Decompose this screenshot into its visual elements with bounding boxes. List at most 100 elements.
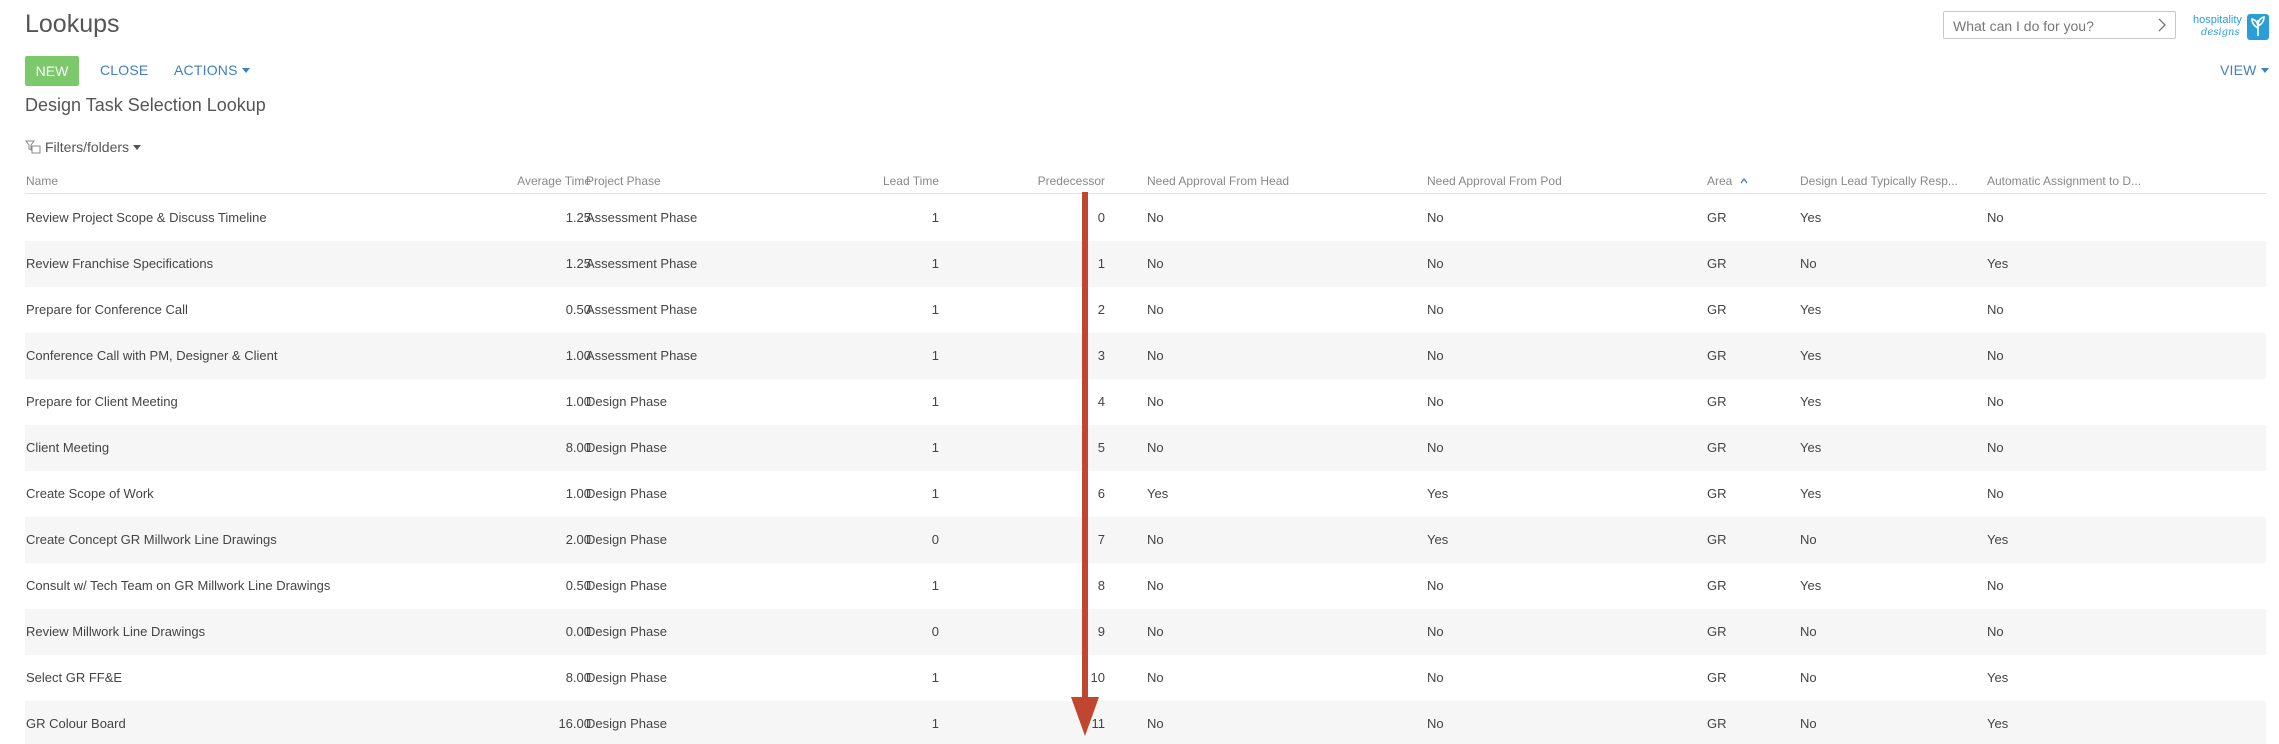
close-button[interactable]: CLOSE — [100, 62, 148, 78]
cell-automatic-assignment: Yes — [1987, 716, 2009, 731]
column-header-average-time[interactable]: Average Time — [485, 174, 591, 188]
cell-name[interactable]: Prepare for Conference Call — [26, 302, 188, 317]
cell-area: GR — [1707, 302, 1727, 317]
table-row[interactable]: Prepare for Client Meeting 1.00 Design Pha… — [25, 379, 2266, 425]
cell-predecessor: 10 — [1090, 670, 1105, 685]
logo-text-line1: hospitality — [2193, 14, 2242, 26]
cell-design-lead-resp: No — [1800, 716, 1817, 731]
cell-need-approval-head: No — [1147, 302, 1164, 317]
column-header-automatic-assignment[interactable]: Automatic Assignment to D... — [1987, 174, 2141, 188]
cell-predecessor: 5 — [1097, 440, 1105, 455]
cell-name[interactable]: GR Colour Board — [26, 716, 126, 731]
table-row[interactable]: Review Project Scope & Discuss Timeline 1… — [25, 195, 2266, 241]
cell-need-approval-pod: No — [1427, 394, 1444, 409]
cell-name[interactable]: Review Project Scope & Discuss Timeline — [26, 210, 267, 225]
cell-area: GR — [1707, 440, 1727, 455]
cell-need-approval-head: No — [1147, 670, 1164, 685]
cell-name[interactable]: Review Franchise Specifications — [26, 256, 213, 271]
table-row[interactable]: Create Concept GR Millwork Line Drawings… — [25, 517, 2266, 563]
cell-area: GR — [1707, 348, 1727, 363]
view-dropdown[interactable]: VIEW — [2220, 62, 2269, 78]
column-header-design-lead-resp[interactable]: Design Lead Typically Resp... — [1800, 174, 1958, 188]
sort-ascending-icon — [1740, 178, 1748, 184]
cell-name[interactable]: Prepare for Client Meeting — [26, 394, 178, 409]
column-header-need-approval-pod[interactable]: Need Approval From Pod — [1427, 174, 1562, 188]
column-header-predecessor[interactable]: Predecessor — [1005, 174, 1105, 188]
cell-design-lead-resp: Yes — [1800, 578, 1822, 593]
cell-design-lead-resp: No — [1800, 624, 1817, 639]
column-header-lead-time[interactable]: Lead Time — [825, 174, 939, 188]
cell-need-approval-pod: No — [1427, 302, 1444, 317]
cell-predecessor: 7 — [1097, 532, 1105, 547]
table-row[interactable]: Prepare for Conference Call 0.50 Assessmen… — [25, 287, 2266, 333]
table-row[interactable]: Review Millwork Line Drawings 0.00 Design … — [25, 609, 2266, 655]
column-header-need-approval-head[interactable]: Need Approval From Head — [1147, 174, 1289, 188]
page-title: Lookups — [25, 10, 120, 38]
cell-name[interactable]: Client Meeting — [26, 440, 109, 455]
cell-need-approval-pod: No — [1427, 716, 1444, 731]
cell-automatic-assignment: Yes — [1987, 256, 2009, 271]
column-header-project-phase[interactable]: Project Phase — [586, 174, 661, 188]
cell-need-approval-head: No — [1147, 256, 1164, 271]
column-header-area[interactable]: Area — [1707, 174, 1748, 188]
cell-need-approval-pod: No — [1427, 624, 1444, 639]
cell-lead-time: 1 — [931, 210, 939, 225]
cell-predecessor: 9 — [1097, 624, 1105, 639]
cell-project-phase: Design Phase — [586, 624, 667, 639]
cell-project-phase: Design Phase — [586, 670, 667, 685]
filters-folders-toggle[interactable]: Filters/folders — [25, 139, 142, 155]
caret-down-icon — [133, 145, 142, 150]
caret-down-icon — [2260, 68, 2269, 73]
cell-name[interactable]: Conference Call with PM, Designer & Clie… — [26, 348, 277, 363]
cell-name[interactable]: Review Millwork Line Drawings — [26, 624, 205, 639]
cell-need-approval-pod: No — [1427, 670, 1444, 685]
table-row[interactable]: Consult w/ Tech Team on GR Millwork Line… — [25, 563, 2266, 609]
column-header-name[interactable]: Name — [26, 174, 58, 188]
table-row[interactable]: Client Meeting 8.00 Design Phase 1 5 No No GR Ye… — [25, 425, 2266, 471]
cell-name[interactable]: Create Concept GR Millwork Line Drawings — [26, 532, 277, 547]
company-logo: hospitality designs — [2193, 12, 2269, 42]
section-title: Design Task Selection Lookup — [25, 95, 266, 115]
cell-name[interactable]: Consult w/ Tech Team on GR Millwork Line… — [26, 578, 330, 593]
cell-need-approval-head: No — [1147, 624, 1164, 639]
cell-lead-time: 1 — [931, 578, 939, 593]
table-row[interactable]: Review Franchise Specifications 1.25 Asses… — [25, 241, 2266, 287]
cell-design-lead-resp: Yes — [1800, 210, 1822, 225]
cell-automatic-assignment: Yes — [1987, 670, 2009, 685]
cell-project-phase: Design Phase — [586, 578, 667, 593]
cell-area: GR — [1707, 578, 1727, 593]
table-row[interactable]: GR Colour Board 16.00 Design Phase 1 11 No No G… — [25, 701, 2266, 744]
grid-body: Review Project Scope & Discuss Timeline 1… — [25, 195, 2266, 744]
cell-need-approval-pod: Yes — [1427, 532, 1449, 547]
cell-name[interactable]: Select GR FF&E — [26, 670, 122, 685]
cell-average-time: 8.00 — [565, 440, 591, 455]
command-search[interactable] — [1943, 11, 2176, 39]
cell-automatic-assignment: No — [1987, 440, 2004, 455]
cell-project-phase: Design Phase — [586, 716, 667, 731]
cell-design-lead-resp: No — [1800, 670, 1817, 685]
cell-name[interactable]: Create Scope of Work — [26, 486, 154, 501]
cell-need-approval-pod: No — [1427, 578, 1444, 593]
cell-lead-time: 1 — [931, 486, 939, 501]
cell-average-time: 2.00 — [565, 532, 591, 547]
search-input[interactable] — [1953, 16, 2153, 35]
cell-average-time: 1.00 — [565, 394, 591, 409]
chevron-right-icon[interactable] — [2157, 18, 2167, 32]
cell-average-time: 0.00 — [565, 624, 591, 639]
cell-project-phase: Assessment Phase — [586, 210, 698, 225]
table-row[interactable]: Select GR FF&E 8.00 Design Phase 1 10 No No GR N… — [25, 655, 2266, 701]
cell-area: GR — [1707, 716, 1727, 731]
cell-lead-time: 1 — [931, 440, 939, 455]
actions-dropdown[interactable]: ACTIONS — [174, 62, 250, 78]
cell-project-phase: Assessment Phase — [586, 348, 698, 363]
cell-lead-time: 1 — [931, 302, 939, 317]
cell-automatic-assignment: No — [1987, 394, 2004, 409]
table-row[interactable]: Create Scope of Work 1.00 Design Phase 1 6 Ye… — [25, 471, 2266, 517]
new-button[interactable]: NEW — [25, 56, 79, 86]
table-row[interactable]: Conference Call with PM, Designer & Clie… — [25, 333, 2266, 379]
cell-automatic-assignment: No — [1987, 486, 2004, 501]
cell-average-time: 1.25 — [565, 256, 591, 271]
filter-folder-icon — [25, 140, 41, 154]
cell-average-time: 0.50 — [565, 302, 591, 317]
cell-area: GR — [1707, 486, 1727, 501]
